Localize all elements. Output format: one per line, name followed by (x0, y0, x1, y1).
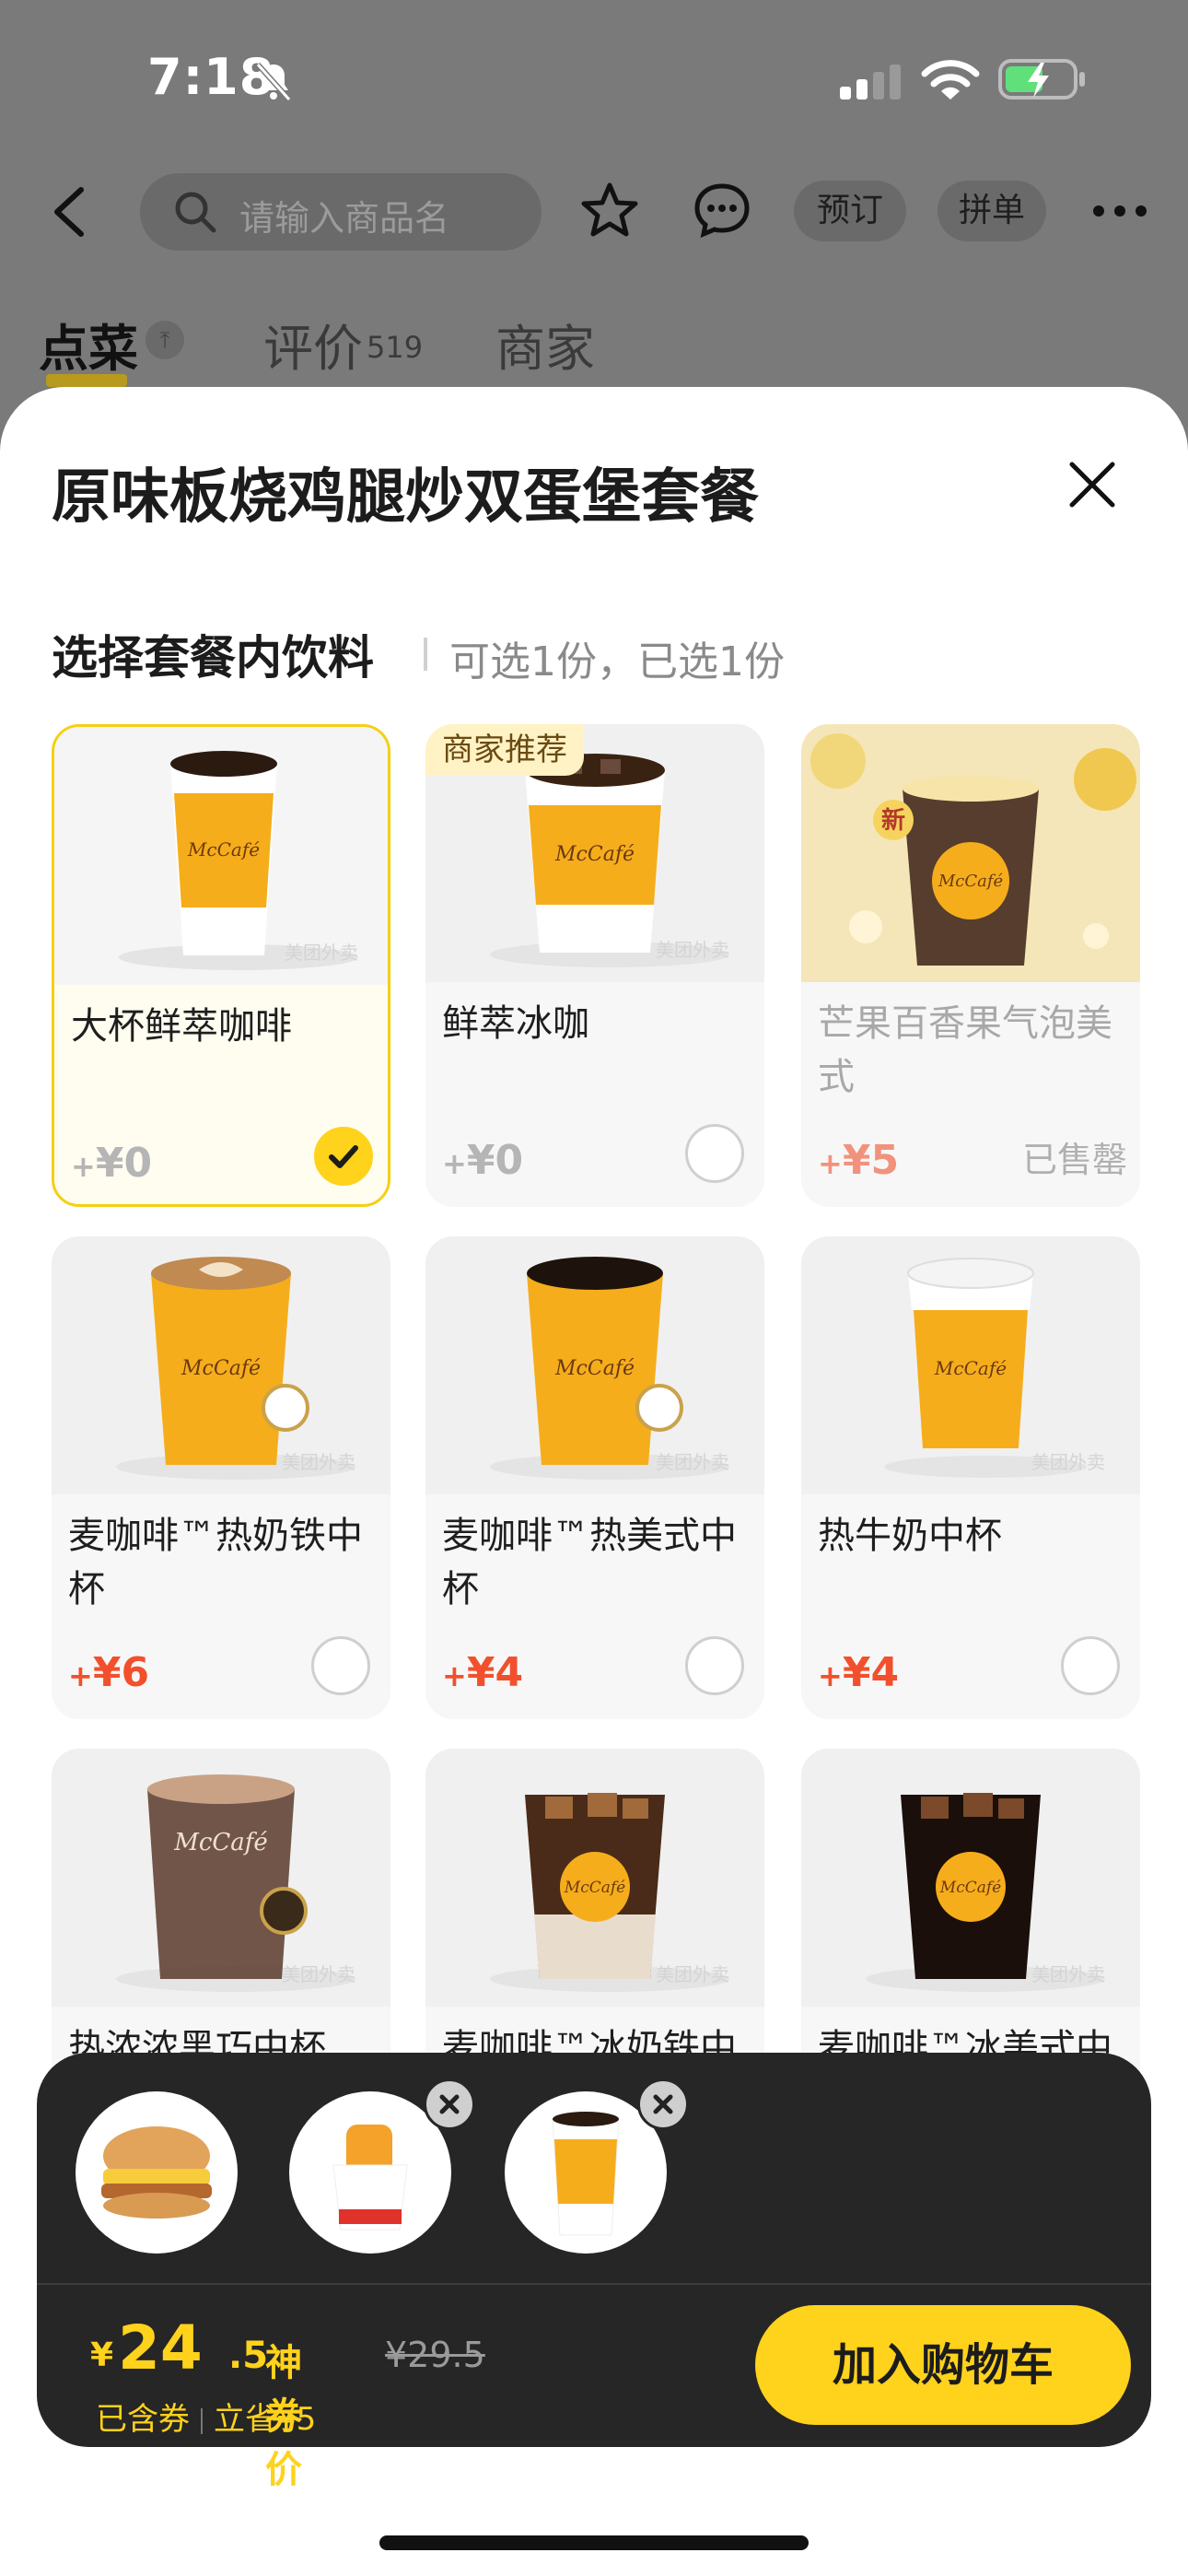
drink-name: 芒果百香果气泡美式 (818, 1002, 1112, 1098)
drink-card[interactable]: McCafé 美团外卖 大杯鲜萃咖啡 +¥0 (52, 724, 390, 1207)
drink-card[interactable]: McCafé 美团外卖 热牛奶中杯 +¥4 (801, 1236, 1140, 1719)
combo-divider (37, 2283, 1151, 2285)
price-decimal: .5 (228, 2335, 269, 2377)
svg-text:McCafé: McCafé (939, 1879, 1001, 1897)
svg-text:McCafé: McCafé (938, 872, 1004, 891)
close-icon[interactable] (1066, 459, 1118, 510)
svg-text:McCafé: McCafé (934, 1357, 1007, 1379)
select-radio[interactable] (685, 1636, 744, 1695)
svg-text:美团外卖: 美团外卖 (656, 1963, 729, 1985)
favorite-star-icon[interactable] (580, 181, 639, 240)
sheet-title: 原味板烧鸡腿炒双蛋堡套餐 (52, 463, 759, 532)
drink-image: McCafé 美团外卖 (52, 1749, 390, 2007)
drink-image: McCafé 美团外卖 (425, 1749, 764, 2007)
selected-check-icon[interactable] (314, 1127, 373, 1186)
svg-text:美团外卖: 美团外卖 (656, 939, 729, 961)
drink-price: +¥4 (818, 1649, 900, 1696)
drink-image: McCafé 美团外卖 (52, 1236, 390, 1494)
drink-card[interactable]: McCafé 美团外卖 麦咖啡™热奶铁中杯 +¥6 (52, 1236, 390, 1719)
sold-out-label: 已售罄 (1022, 1140, 1128, 1180)
select-radio[interactable] (311, 1636, 370, 1695)
drink-price: +¥0 (442, 1137, 524, 1184)
select-radio[interactable] (685, 1124, 744, 1183)
group-order-button[interactable]: 拼单 (938, 181, 1046, 241)
section-divider (424, 638, 427, 671)
svg-text:美团外卖: 美团外卖 (1031, 1963, 1105, 1985)
drink-name: 热牛奶中杯 (818, 1515, 1002, 1557)
remove-item-icon[interactable] (424, 2078, 475, 2130)
svg-text:McCafé: McCafé (173, 1829, 268, 1856)
svg-text:新: 新 (881, 806, 905, 835)
drink-name: 麦咖啡™热奶铁中杯 (68, 1515, 363, 1610)
tab-order[interactable]: 点菜 (39, 308, 138, 381)
drink-name: 大杯鲜萃咖啡 (71, 1005, 292, 1048)
svg-text:McCafé: McCafé (181, 1357, 261, 1380)
drink-price: +¥0 (71, 1140, 153, 1187)
select-radio[interactable] (1061, 1636, 1120, 1695)
svg-text:McCafé: McCafé (187, 838, 260, 861)
cellular-signal-icon (840, 64, 901, 100)
section-title: 选择套餐内饮料 (52, 631, 374, 685)
drink-image: McCafé 新 (801, 724, 1140, 982)
drink-price: +¥6 (68, 1649, 150, 1696)
svg-text:McCafé: McCafé (564, 1879, 625, 1897)
collapse-up-icon[interactable]: ⤒ (146, 321, 184, 359)
search-icon (175, 192, 216, 233)
drink-card: McCafé 新 芒果百香果气泡美式 +¥5 已售罄 (801, 724, 1140, 1207)
back-icon[interactable] (46, 184, 92, 240)
home-indicator (379, 2535, 809, 2550)
combo-item-burger (76, 2091, 238, 2254)
combo-summary-bar: ¥ 24 .5 神券价 ¥29.5 已含券 立省¥5 加入购物车 (37, 2053, 1151, 2491)
svg-text:McCafé: McCafé (554, 843, 635, 866)
status-bar: 7:18 (0, 0, 1188, 157)
drink-image: McCafé 美团外卖 (425, 1236, 764, 1494)
book-button[interactable]: 预订 (794, 181, 906, 241)
svg-text:美团外卖: 美团外卖 (282, 1451, 355, 1473)
svg-text:美团外卖: 美团外卖 (282, 1963, 355, 1985)
message-icon[interactable] (693, 181, 751, 240)
original-price: ¥29.5 (385, 2335, 485, 2375)
tab-active-indicator (46, 374, 127, 387)
recommend-badge: 商家推荐 (425, 724, 584, 776)
section-subtitle: 可选1份，已选1份 (449, 638, 785, 685)
drink-image: McCafé 美团外卖 (801, 1749, 1140, 2007)
drink-image: McCafé 美团外卖 (54, 727, 388, 985)
search-placeholder: 请输入商品名 (239, 198, 450, 239)
bell-off-icon (255, 62, 292, 102)
remove-item-icon[interactable] (637, 2078, 689, 2130)
more-icon[interactable] (1092, 205, 1147, 217)
tab-shop[interactable]: 商家 (495, 308, 595, 381)
drink-name: 麦咖啡™热美式中杯 (442, 1515, 737, 1610)
wifi-icon (921, 60, 980, 100)
svg-text:McCafé: McCafé (554, 1357, 635, 1380)
coupon-info: 已含券 立省¥5 (96, 2401, 317, 2438)
drink-card[interactable]: McCafé 美团外卖 商家推荐 鲜萃冰咖 +¥0 (425, 724, 764, 1207)
svg-text:美团外卖: 美团外卖 (285, 942, 358, 964)
search-input[interactable]: 请输入商品名 (140, 173, 542, 251)
battery-charging-icon (998, 59, 1085, 100)
drink-image: McCafé 美团外卖 (801, 1236, 1140, 1494)
drink-price: +¥5 (818, 1137, 900, 1184)
svg-text:美团外卖: 美团外卖 (656, 1451, 729, 1473)
review-count: 519 (367, 330, 424, 365)
price-integer: 24 (118, 2313, 203, 2383)
drink-card[interactable]: McCafé 美团外卖 麦咖啡™热美式中杯 +¥4 (425, 1236, 764, 1719)
svg-text:美团外卖: 美团外卖 (1031, 1451, 1105, 1473)
tab-review[interactable]: 评价 (263, 308, 363, 381)
add-to-cart-button[interactable]: 加入购物车 (755, 2305, 1131, 2425)
drink-name: 鲜萃冰咖 (442, 1002, 589, 1045)
drink-price: +¥4 (442, 1649, 524, 1696)
